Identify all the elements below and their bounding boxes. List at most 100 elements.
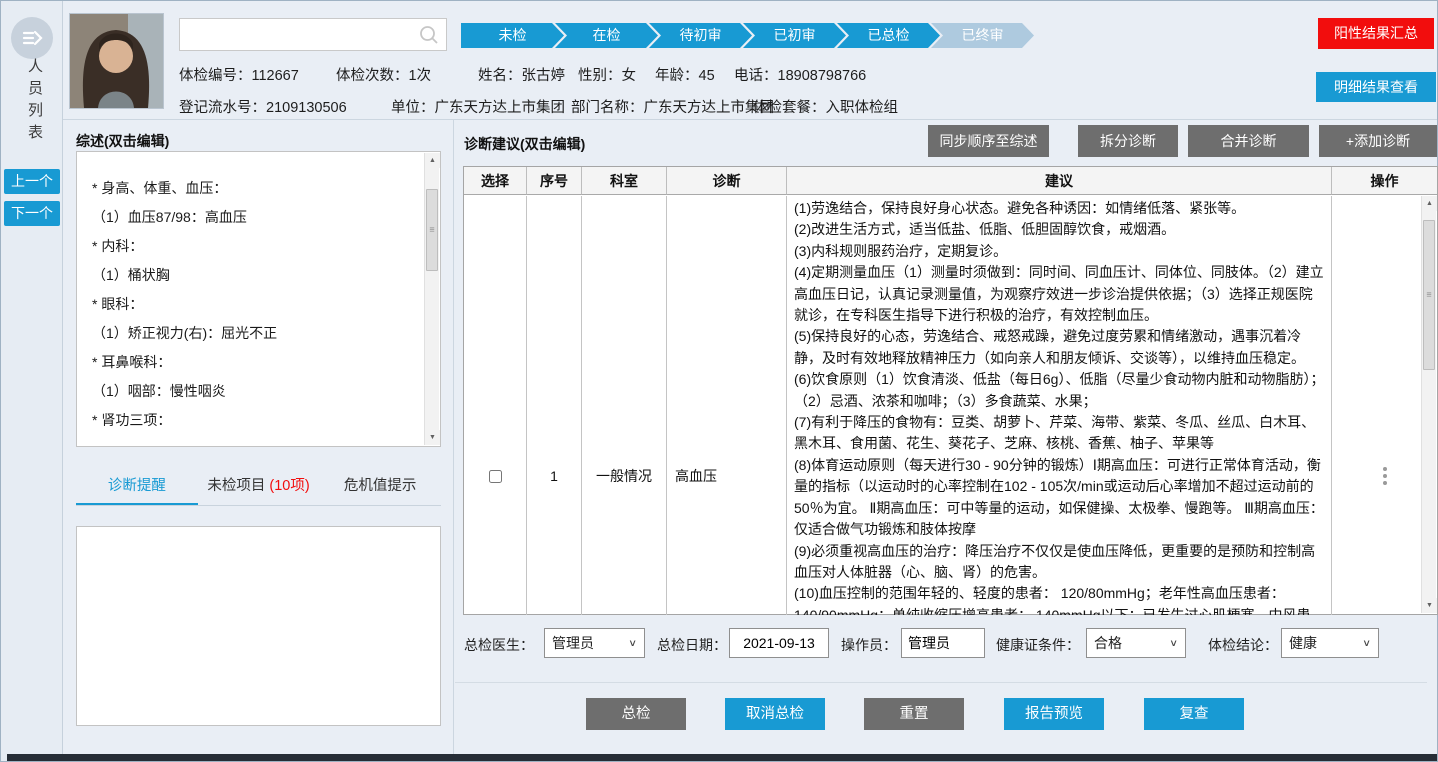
chevron-down-icon: ∨	[1169, 637, 1178, 648]
summary-line: （1）咽部：慢性咽炎	[92, 377, 410, 406]
col-actions: 操作	[1332, 167, 1437, 195]
info-exam-count: 体检次数：1次	[336, 64, 431, 85]
summary-line: （1）矫正视力(右)：屈光不正	[92, 319, 410, 348]
operator-input[interactable]	[902, 629, 984, 657]
positive-results-button[interactable]: 阳性结果汇总	[1318, 18, 1434, 49]
tab-critical-values[interactable]: 危机值提示	[319, 470, 441, 505]
menu-expand-icon	[20, 26, 44, 50]
patient-photo	[69, 13, 164, 109]
chevron-down-icon: ∨	[628, 637, 637, 648]
row-advice[interactable]: (1)劳逸结合，保持良好身心状态。避免各种诱因：如情绪低落、紧张等。 (2)改进…	[787, 196, 1332, 615]
summary-line: * 内科：	[92, 232, 410, 261]
info-gender: 性别：女	[578, 64, 636, 85]
patient-info-row-1: 体检编号：112667 体检次数：1次 姓名：张古婷 性别：女 年龄：45 电话…	[63, 64, 1437, 82]
health-cert-label: 健康证条件：	[996, 635, 1080, 655]
info-name: 姓名：张古婷	[478, 64, 565, 85]
report-preview-button[interactable]: 报告预览	[1004, 698, 1104, 730]
summary-line: * 眼科：	[92, 290, 410, 319]
conclusion-label: 体检结论：	[1208, 635, 1278, 655]
scroll-down-icon[interactable]: ▼	[425, 430, 440, 445]
table-scrollbar[interactable]: ▲ ▼	[1421, 196, 1436, 613]
step-pending-first-review: 待初审	[649, 23, 752, 48]
info-department: 部门名称：广东天方达上市集团	[571, 96, 774, 117]
next-person-button[interactable]: 下一个	[4, 201, 60, 226]
scroll-down-icon[interactable]: ▼	[1422, 598, 1437, 613]
search-input[interactable]	[180, 19, 446, 50]
info-company: 单位：广东天方达上市集团	[391, 96, 565, 117]
step-final-checked: 已总检	[837, 23, 940, 48]
merge-diagnosis-button[interactable]: 合并诊断	[1188, 125, 1309, 157]
row-select-checkbox[interactable]	[489, 470, 502, 483]
final-check-button[interactable]: 总检	[586, 698, 686, 730]
summary-scrollbar[interactable]: ▲ ▼	[424, 153, 439, 445]
portrait-image	[70, 14, 163, 108]
summary-box[interactable]: * 身高、体重、血压： （1）血压87/98：高血压 * 内科： （1）桶状胸 …	[76, 151, 441, 447]
patient-info-row-2: 登记流水号：2109130506 单位：广东天方达上市集团 部门名称：广东天方达…	[63, 96, 1437, 114]
search-icon[interactable]	[418, 24, 440, 46]
scrollbar-thumb[interactable]	[426, 189, 438, 271]
exam-date-box	[729, 628, 829, 658]
table-body: 1 一般情况 高血压 (1)劳逸结合，保持良好身心状态。避免各种诱因：如情绪低落…	[464, 196, 1437, 615]
divider	[455, 682, 1427, 683]
diagnosis-panel: 诊断建议(双击编辑) 同步顺序至综述 拆分诊断 合并诊断 +添加诊断 选择 序号…	[455, 120, 1437, 761]
summary-title: 综述(双击编辑)	[76, 131, 169, 151]
scroll-up-icon[interactable]: ▲	[1422, 196, 1437, 211]
sync-order-button[interactable]: 同步顺序至综述	[928, 125, 1049, 157]
step-final-reviewed: 已终审	[931, 23, 1034, 48]
prev-person-button[interactable]: 上一个	[4, 169, 60, 194]
operator-box	[901, 628, 985, 658]
chief-doctor-select[interactable]: 管理员∨	[544, 628, 645, 658]
split-diagnosis-button[interactable]: 拆分诊断	[1078, 125, 1178, 157]
info-exam-id: 体检编号：112667	[179, 64, 299, 85]
tab-unchecked-items[interactable]: 未检项目 (10项)	[198, 470, 320, 505]
step-first-reviewed: 已初审	[743, 23, 846, 48]
row-dept: 一般情况	[582, 196, 667, 615]
left-tabs: 诊断提醒 未检项目 (10项) 危机值提示	[76, 470, 441, 506]
scrollbar-thumb[interactable]	[1423, 220, 1435, 370]
info-phone: 电话：18908798766	[734, 64, 866, 85]
operator-label: 操作员：	[841, 635, 897, 655]
row-diagnosis: 高血压	[667, 196, 787, 615]
recheck-button[interactable]: 复查	[1144, 698, 1244, 730]
search-box	[179, 18, 447, 51]
col-diagnosis: 诊断	[667, 167, 787, 195]
row-actions-icon[interactable]	[1383, 464, 1387, 488]
menu-toggle[interactable]	[11, 17, 53, 59]
app-window: 人员列表 上一个 下一个 未检 在检 待初审 已初	[1, 1, 1437, 761]
reset-button[interactable]: 重置	[864, 698, 964, 730]
table-row: 1 一般情况 高血压 (1)劳逸结合，保持良好身心状态。避免各种诱因：如情绪低落…	[464, 196, 1437, 615]
summary-line: * 肾功三项：	[92, 406, 410, 435]
diagnosis-title: 诊断建议(双击编辑)	[464, 134, 585, 154]
exam-date-label: 总检日期：	[657, 635, 727, 655]
col-advice: 建议	[787, 167, 1332, 195]
summary-line: * 耳鼻喉科：	[92, 348, 410, 377]
row-seq: 1	[527, 196, 582, 615]
bottom-bar	[7, 754, 1437, 761]
info-register-no: 登记流水号：2109130506	[179, 96, 347, 117]
conclusion-select[interactable]: 健康∨	[1281, 628, 1379, 658]
summary-line: （1）桶状胸	[92, 261, 410, 290]
chief-doctor-label: 总检医生：	[464, 635, 534, 655]
scroll-up-icon[interactable]: ▲	[425, 153, 440, 168]
summary-panel: 综述(双击编辑) * 身高、体重、血压： （1）血压87/98：高血压 * 内科…	[63, 120, 454, 761]
patient-header: 未检 在检 待初审 已初审 已总检 已终审 阳性结果汇总 明细结果查看 体检编号…	[63, 1, 1437, 120]
info-age: 年龄：45	[655, 64, 715, 85]
col-select: 选择	[464, 167, 527, 195]
step-unchecked: 未检	[461, 23, 564, 48]
step-in-progress: 在检	[555, 23, 658, 48]
sidebar-label: 人员列表	[24, 58, 45, 146]
cancel-final-check-button[interactable]: 取消总检	[725, 698, 825, 730]
sidebar: 人员列表 上一个 下一个	[1, 1, 63, 761]
tab-diagnosis-reminder[interactable]: 诊断提醒	[76, 470, 198, 505]
workflow-steps: 未检 在检 待初审 已初审 已总检 已终审	[461, 23, 1034, 48]
chevron-down-icon: ∨	[1362, 637, 1371, 648]
diagnosis-table: 选择 序号 科室 诊断 建议 操作 1 一般情况 高血压 (1)劳逸结合，保持良…	[463, 166, 1438, 615]
health-cert-select[interactable]: 合格∨	[1086, 628, 1186, 658]
summary-line: * 身高、体重、血压：	[92, 174, 410, 203]
add-diagnosis-button[interactable]: +添加诊断	[1319, 125, 1437, 157]
summary-line: （1）血压87/98：高血压	[92, 203, 410, 232]
col-seq: 序号	[527, 167, 582, 195]
exam-date-input[interactable]	[730, 629, 828, 657]
col-dept: 科室	[582, 167, 667, 195]
reminder-content-box	[76, 526, 441, 726]
